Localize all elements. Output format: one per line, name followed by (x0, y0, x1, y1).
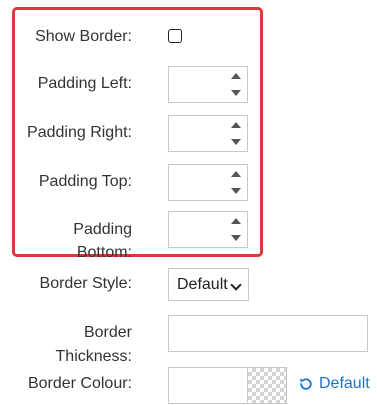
show-border-checkbox[interactable] (168, 29, 182, 43)
stepper-up-icon[interactable] (231, 171, 241, 177)
stepper-down-icon[interactable] (231, 235, 241, 241)
chevron-down-icon (230, 279, 242, 291)
border-colour-input[interactable] (168, 367, 247, 404)
colour-swatch[interactable] (247, 367, 287, 404)
padding-left-stepper[interactable] (231, 71, 241, 98)
reset-default-label: Default (319, 375, 370, 392)
reset-icon (300, 378, 312, 390)
padding-right-stepper[interactable] (231, 120, 241, 147)
padding-bottom-label-line1: Padding (73, 221, 132, 238)
border-colour-label: Border Colour: (27, 375, 132, 392)
padding-left-label: Padding Left: (37, 75, 132, 92)
padding-bottom-input[interactable] (168, 211, 248, 248)
border-style-label: Border Style: (39, 275, 132, 292)
border-thickness-label-line2: Thickness: (55, 348, 132, 365)
border-style-select[interactable]: Default (168, 268, 249, 301)
stepper-up-icon[interactable] (231, 73, 241, 79)
padding-top-label: Padding Top: (38, 173, 132, 190)
padding-left-input[interactable] (168, 66, 248, 103)
border-style-value: Default (177, 276, 228, 293)
stepper-down-icon[interactable] (231, 90, 241, 96)
padding-top-stepper[interactable] (231, 169, 241, 196)
border-thickness-label-line1: Border (83, 324, 132, 341)
padding-top-input[interactable] (168, 164, 248, 201)
padding-bottom-stepper[interactable] (231, 216, 241, 243)
stepper-up-icon[interactable] (231, 218, 241, 224)
padding-right-input[interactable] (168, 115, 248, 152)
stepper-down-icon[interactable] (231, 139, 241, 145)
show-border-label: Show Border: (35, 28, 132, 45)
stepper-up-icon[interactable] (231, 122, 241, 128)
border-thickness-input[interactable] (168, 315, 368, 352)
reset-default-button[interactable]: Default (298, 372, 370, 396)
padding-bottom-label-line2: Bottom: (76, 244, 132, 261)
stepper-down-icon[interactable] (231, 188, 241, 194)
padding-right-label: Padding Right: (27, 124, 132, 141)
